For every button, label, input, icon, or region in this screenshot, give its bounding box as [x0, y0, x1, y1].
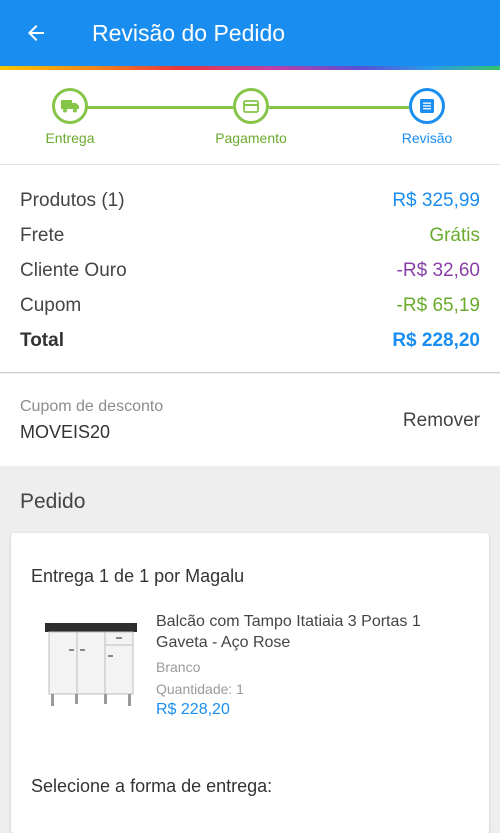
shipping-method-title: Selecione a forma de entrega:	[31, 776, 273, 796]
step-pagamento[interactable]: Pagamento	[196, 88, 306, 146]
card-icon	[243, 99, 259, 113]
step-circle	[233, 88, 269, 124]
step-circle	[409, 88, 445, 124]
arrow-left-icon	[28, 25, 44, 41]
step-revisao[interactable]: Revisão	[372, 88, 482, 146]
section-title: Pedido	[20, 490, 86, 513]
summary-label: Cupom	[20, 294, 82, 316]
summary-row-cupom: Cupom -R$ 65,19	[20, 288, 480, 323]
delivery-card: Entrega 1 de 1 por Magalu Balcão com Tam…	[11, 533, 489, 833]
summary-label: Cliente Ouro	[20, 259, 127, 281]
summary-label: Produtos (1)	[20, 189, 125, 211]
summary-label: Total	[20, 329, 64, 351]
summary-value: -R$ 65,19	[396, 294, 480, 316]
step-label: Pagamento	[215, 130, 287, 146]
step-label: Entrega	[45, 130, 95, 146]
summary-value: Grátis	[429, 224, 480, 246]
remove-coupon-button[interactable]: Remover	[403, 410, 480, 432]
product-color: Branco	[156, 659, 201, 675]
app-bar: Revisão do Pedido	[0, 0, 500, 66]
summary-value: -R$ 32,60	[396, 259, 480, 281]
page-title: Revisão do Pedido	[92, 19, 286, 46]
truck-icon	[61, 100, 79, 113]
product-name[interactable]: Balcão com Tampo Itatiaia 3 Portas 1 Gav…	[156, 611, 476, 653]
summary-value: R$ 228,20	[392, 329, 480, 351]
summary-value: R$ 325,99	[392, 189, 480, 211]
step-circle	[52, 88, 88, 124]
summary-row-total: Total R$ 228,20	[20, 323, 480, 358]
product-quantity: Quantidade: 1	[156, 681, 244, 697]
coupon-section: Cupom de desconto MOVEIS20 Remover	[0, 374, 500, 466]
order-summary: Produtos (1) R$ 325,99 Frete Grátis Clie…	[0, 165, 500, 373]
document-icon	[420, 99, 434, 113]
step-entrega[interactable]: Entrega	[15, 88, 125, 146]
delivery-title: Entrega 1 de 1 por Magalu	[31, 566, 245, 586]
product-image[interactable]	[41, 619, 141, 711]
summary-label: Frete	[20, 224, 65, 246]
summary-row-produtos: Produtos (1) R$ 325,99	[20, 183, 480, 218]
product-price: R$ 228,20	[156, 701, 230, 718]
summary-row-frete: Frete Grátis	[20, 218, 480, 253]
summary-row-cliente-ouro: Cliente Ouro -R$ 32,60	[20, 253, 480, 288]
checkout-stepper: Entrega Pagamento Revisão	[0, 70, 500, 165]
product-info: Balcão com Tampo Itatiaia 3 Portas 1 Gav…	[156, 611, 476, 719]
step-label: Revisão	[401, 130, 453, 146]
back-button[interactable]	[16, 13, 56, 53]
